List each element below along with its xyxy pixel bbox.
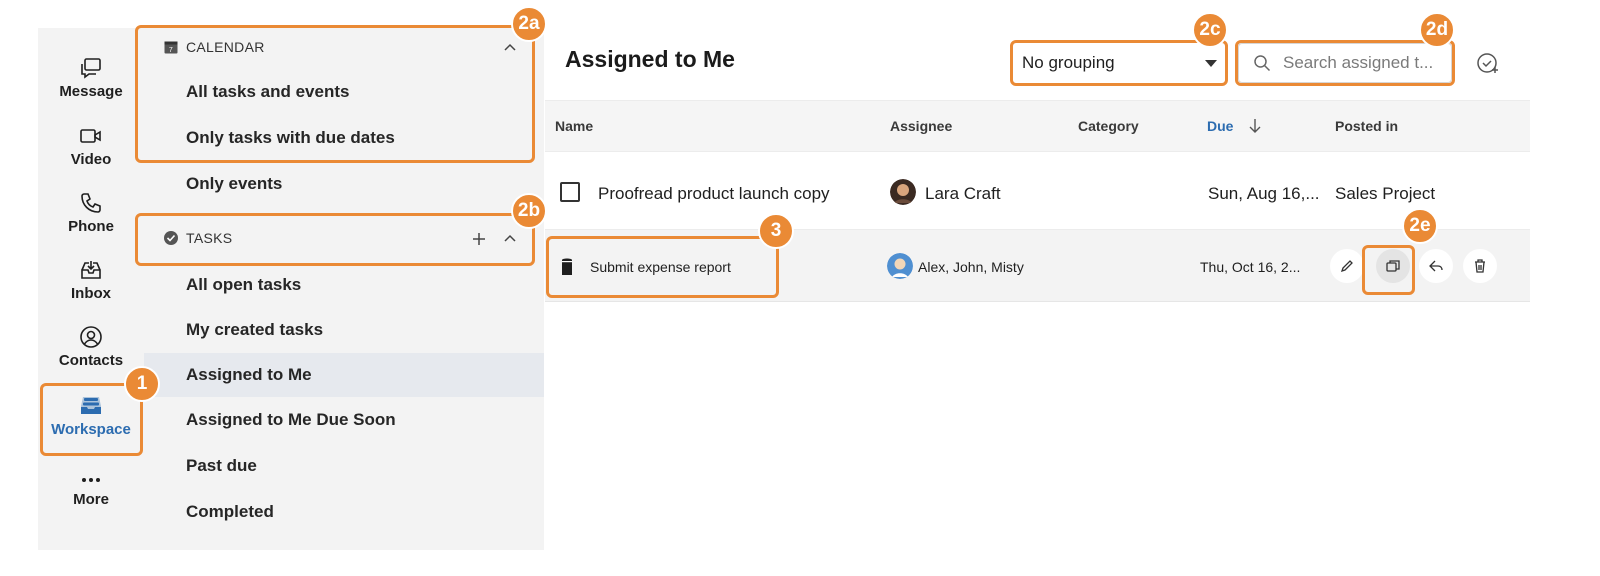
- col-assignee[interactable]: Assignee: [890, 118, 952, 134]
- page-title: Assigned to Me: [565, 46, 735, 72]
- search-icon: [1254, 55, 1271, 72]
- search-input[interactable]: Search assigned t...: [1238, 43, 1452, 83]
- phone-icon: [81, 193, 101, 213]
- nav-all-tasks-and-events[interactable]: All tasks and events: [144, 70, 544, 114]
- nav-completed[interactable]: Completed: [144, 490, 544, 534]
- nav-all-open-tasks[interactable]: All open tasks: [144, 263, 544, 307]
- grouping-select[interactable]: No grouping: [1013, 43, 1225, 83]
- nav-only-events[interactable]: Only events: [144, 162, 544, 206]
- rail-video[interactable]: Video: [38, 124, 144, 186]
- inbox-icon: [81, 261, 101, 279]
- sort-arrow-down-icon[interactable]: [1248, 118, 1262, 134]
- task-assignee: Lara Craft: [925, 184, 1001, 203]
- avatar: [890, 179, 916, 205]
- task-checkbox[interactable]: [560, 182, 580, 202]
- rail-message[interactable]: Message: [38, 56, 144, 118]
- rail-label: More: [73, 491, 109, 508]
- search-placeholder: Search assigned t...: [1283, 53, 1434, 72]
- pencil-icon: [1340, 260, 1353, 273]
- callout-badge-2e: 2e: [1402, 208, 1438, 244]
- task-due: Thu, Oct 16, 2...: [1200, 259, 1301, 275]
- message-icon: [81, 58, 101, 79]
- edit-button[interactable]: [1330, 249, 1364, 283]
- video-icon: [80, 129, 101, 143]
- workspace-icon: [81, 397, 101, 414]
- rail-label: Message: [59, 83, 123, 100]
- tasks-collapse-chevron-up-icon[interactable]: [501, 230, 519, 248]
- col-name[interactable]: Name: [555, 118, 593, 134]
- nav-assigned-to-me[interactable]: Assigned to Me: [144, 353, 544, 397]
- callout-badge-2b: 2b: [511, 193, 547, 229]
- more-icon: [82, 478, 100, 482]
- calendar-collapse-chevron-up-icon[interactable]: [501, 39, 519, 57]
- tasks-check-icon: [164, 231, 178, 245]
- tasks-section-header[interactable]: TASKS: [164, 227, 232, 249]
- contacts-icon: [80, 326, 102, 348]
- delete-button[interactable]: [1463, 249, 1497, 283]
- nav-assigned-to-me-due-soon[interactable]: Assigned to Me Due Soon: [144, 398, 544, 442]
- grouping-value: No grouping: [1022, 53, 1115, 72]
- task-name[interactable]: Submit expense report: [590, 259, 731, 275]
- avatar: [887, 253, 913, 279]
- callout-badge-2a: 2a: [511, 6, 547, 42]
- calendar-section-header[interactable]: 7 CALENDAR: [164, 36, 265, 58]
- col-posted-in[interactable]: Posted in: [1335, 118, 1398, 134]
- nav-only-tasks-with-due-dates[interactable]: Only tasks with due dates: [144, 116, 544, 160]
- calendar-header-label: CALENDAR: [186, 39, 265, 55]
- table-row[interactable]: Proofread product launch copy Lara Craft…: [545, 156, 1530, 230]
- reply-share-icon: [1429, 260, 1443, 272]
- add-task-list-plus-icon[interactable]: [470, 230, 488, 248]
- task-name[interactable]: Proofread product launch copy: [598, 184, 830, 204]
- rail-inbox[interactable]: Inbox: [38, 258, 144, 320]
- task-assignee: Alex, John, Misty: [918, 259, 1024, 275]
- share-button[interactable]: [1419, 249, 1453, 283]
- table-row[interactable]: Submit expense report Alex, John, Misty …: [545, 230, 1530, 302]
- workspace-nav: 7 CALENDAR All tasks and events Only tas…: [144, 28, 544, 550]
- rail-label: Workspace: [51, 421, 131, 438]
- copy-icon: [1386, 260, 1400, 272]
- rail-label: Contacts: [58, 352, 124, 369]
- add-task-check-plus-icon[interactable]: [1476, 51, 1500, 75]
- callout-badge-2d: 2d: [1419, 12, 1455, 48]
- nav-past-due[interactable]: Past due: [144, 444, 544, 488]
- callout-badge-3: 3: [758, 213, 794, 249]
- col-category[interactable]: Category: [1078, 118, 1139, 134]
- callout-badge-1: 1: [124, 366, 160, 402]
- dropdown-caret-icon: [1205, 60, 1217, 67]
- app-rail: Message Video Phone Inbox Contacts Works…: [38, 28, 144, 550]
- rail-label: Video: [70, 151, 112, 168]
- trash-icon: [1475, 259, 1485, 273]
- calendar-icon: 7: [164, 41, 178, 54]
- copy-task-button[interactable]: [1376, 249, 1410, 283]
- task-posted-in[interactable]: Sales Project: [1335, 184, 1435, 204]
- task-priority-icon: [562, 258, 572, 275]
- rail-more[interactable]: More: [38, 464, 144, 526]
- rail-phone[interactable]: Phone: [38, 191, 144, 253]
- rail-workspace[interactable]: Workspace: [38, 394, 144, 456]
- col-due[interactable]: Due: [1207, 118, 1233, 134]
- tasks-header-label: TASKS: [186, 230, 233, 246]
- callout-badge-2c: 2c: [1192, 12, 1228, 48]
- task-due: Sun, Aug 16,...: [1208, 184, 1320, 203]
- table-header: Name Assignee Category Due Posted in: [545, 100, 1530, 152]
- svg-text:7: 7: [169, 47, 173, 54]
- nav-my-created-tasks[interactable]: My created tasks: [144, 308, 544, 352]
- rail-label: Inbox: [71, 285, 111, 302]
- rail-label: Phone: [68, 218, 114, 235]
